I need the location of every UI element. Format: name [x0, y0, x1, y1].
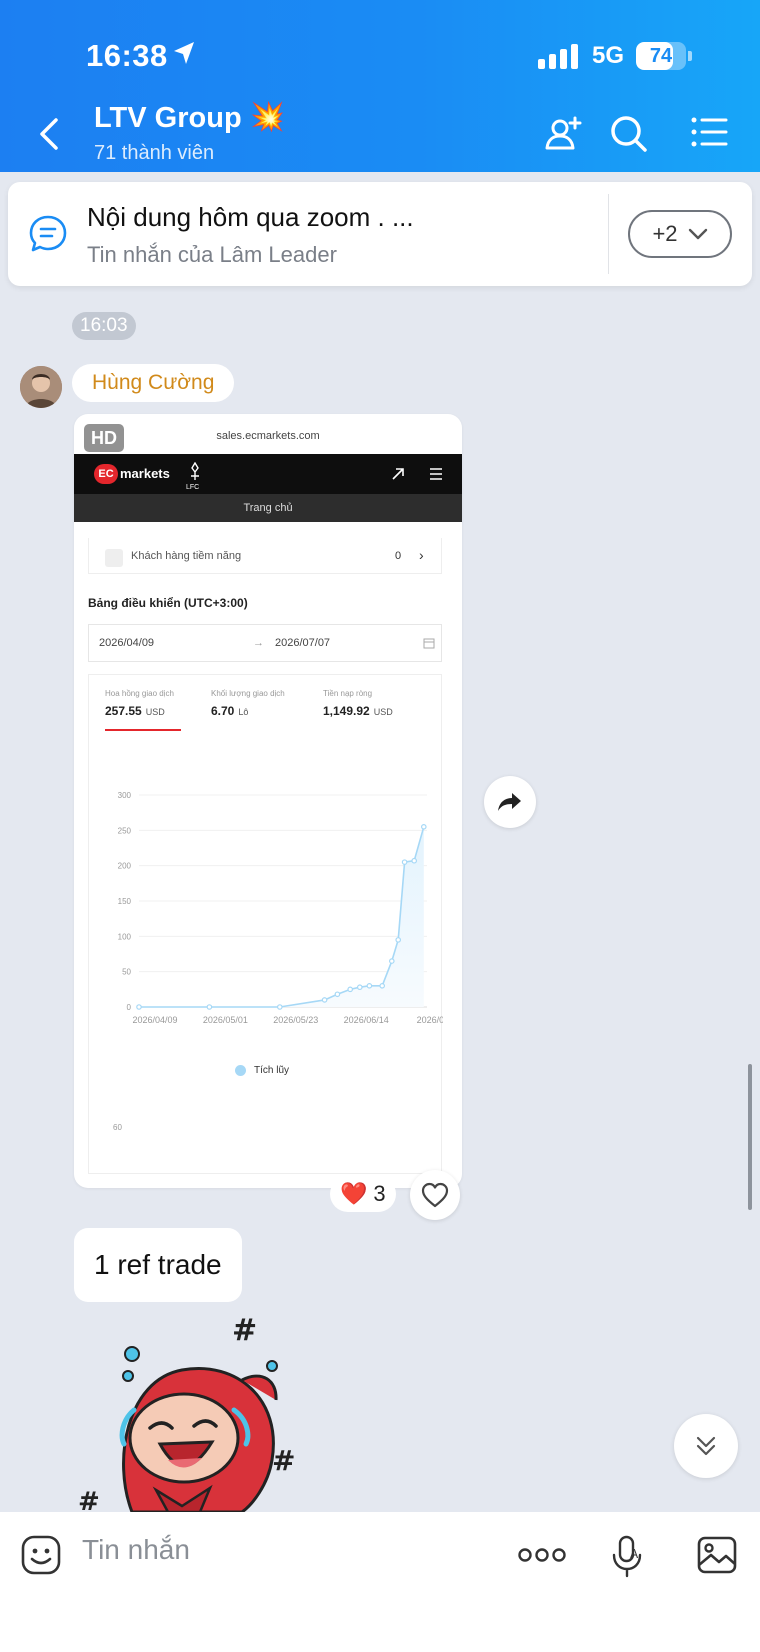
forward-icon: [498, 793, 521, 811]
data-point: [206, 1004, 213, 1010]
more-icon[interactable]: [518, 1546, 566, 1564]
location-arrow-icon: [174, 42, 194, 64]
x-tick-label: 2026/05/23: [273, 1015, 318, 1025]
x-tick-label: 2026/05/01: [203, 1015, 248, 1025]
cellular-signal-icon: [538, 44, 578, 69]
battery-icon: 74: [636, 42, 686, 70]
pinned-more-count: +2: [652, 221, 678, 246]
message-composer: A: [0, 1512, 760, 1652]
leads-label: Khách hàng tiềm năng: [131, 550, 242, 562]
image-icon[interactable]: [696, 1534, 738, 1576]
hamburger-icon: [430, 468, 442, 480]
dashboard-title: Bảng điều khiển (UTC+3:00): [88, 596, 248, 610]
pinned-message-banner[interactable]: Nội dung hôm qua zoom . ... Tin nhắn của…: [8, 182, 752, 286]
x-tick-label: 2026/07/0: [417, 1015, 443, 1025]
group-title[interactable]: LTV Group: [94, 102, 242, 135]
date-from: 2026/04/09: [99, 637, 155, 649]
hd-badge: HD: [84, 424, 124, 452]
svg-text:#: #: [272, 1444, 295, 1477]
leads-count: 0: [395, 550, 402, 562]
calendar-icon: [423, 638, 435, 649]
lfc-logo: LFC: [186, 461, 204, 491]
series-area: [139, 826, 424, 1007]
cumulative-chart: 0 50 100 150 200 250 300 2026/04/09 2026/05/01 20…: [118, 791, 443, 1025]
explosion-emoji: 💥: [250, 101, 285, 132]
data-point: [347, 986, 354, 993]
svg-text:A: A: [630, 1547, 639, 1561]
voice-icon[interactable]: A: [610, 1534, 644, 1578]
x-tick-label: 2026/04/09: [132, 1015, 177, 1025]
image-message[interactable]: sales.ecmarkets.com HD EC markets LFC Tr…: [74, 414, 462, 1188]
pinned-more-button[interactable]: +2: [628, 210, 732, 258]
date-to: 2026/07/07: [275, 637, 331, 649]
emoji-icon[interactable]: [20, 1534, 62, 1576]
scroll-to-bottom-button[interactable]: [674, 1414, 738, 1478]
pinned-subtitle: Tin nhắn của Lâm Leader: [87, 242, 337, 267]
next-chart-tick: 60: [113, 1123, 122, 1132]
message-input[interactable]: [82, 1534, 462, 1566]
y-tick-label: 300: [118, 791, 132, 800]
svg-text:#: #: [232, 1313, 257, 1348]
ec-logo: EC: [94, 464, 118, 484]
data-point: [321, 997, 328, 1003]
data-point: [411, 857, 418, 864]
pinned-title: Nội dung hôm qua zoom . ...: [87, 202, 414, 232]
message-time-chip: 16:03: [72, 312, 136, 340]
chevron-down-icon: [688, 228, 707, 240]
data-point: [277, 1004, 283, 1010]
scrollbar[interactable]: [748, 1064, 752, 1210]
network-type: 5G: [592, 42, 625, 69]
reaction-summary[interactable]: ❤️ 3: [330, 1176, 396, 1212]
menu-list-icon[interactable]: [690, 114, 728, 150]
x-tick-label: 2026/06/14: [344, 1015, 389, 1025]
heart-emoji: ❤️: [340, 1181, 368, 1206]
ec-brand-text: markets: [120, 466, 170, 481]
forward-button[interactable]: [484, 776, 536, 828]
site-navbar: EC markets LFC: [74, 454, 462, 494]
y-tick-label: 250: [118, 826, 132, 835]
y-tick-label: 150: [118, 897, 132, 906]
status-time: 16:38: [86, 38, 168, 73]
stats-panel: Hoa hồng giao dịch 257.55 USD Khối lượng …: [88, 674, 443, 1174]
chevron-right-icon: ›: [419, 547, 424, 563]
y-tick-label: 50: [122, 968, 131, 977]
leads-row: Khách hàng tiềm năng 0 ›: [88, 538, 442, 574]
svg-text:#: #: [78, 1487, 100, 1512]
data-point: [379, 982, 386, 989]
chat-bubble-icon: [29, 215, 67, 252]
data-point: [334, 991, 341, 998]
data-point: [388, 958, 395, 964]
site-subnav: Trang chủ: [74, 494, 462, 522]
data-point: [420, 824, 427, 830]
external-link-icon: [392, 468, 404, 480]
search-icon[interactable]: [610, 114, 648, 154]
chart-legend: Tích lũy: [235, 1065, 289, 1076]
series-line: [139, 826, 425, 1008]
site-url: sales.ecmarkets.com: [216, 430, 320, 442]
date-range: 2026/04/09 → 2026/07/07: [88, 624, 442, 662]
data-point: [395, 937, 402, 943]
back-icon[interactable]: [34, 114, 64, 154]
chat-header: 16:38 5G 74 LTV Group 💥 71 thành viên: [0, 0, 760, 172]
data-point: [366, 982, 373, 989]
data-point: [136, 1004, 142, 1010]
double-chevron-down-icon: [696, 1436, 716, 1456]
sender-name[interactable]: Hùng Cường: [72, 364, 235, 402]
y-tick-label: 0: [127, 1003, 132, 1012]
heart-outline-icon: [421, 1182, 449, 1208]
add-member-icon[interactable]: [544, 114, 584, 154]
crying-sticker[interactable]: # # #: [72, 1310, 312, 1512]
y-tick-label: 100: [118, 932, 132, 941]
data-point: [401, 859, 408, 865]
battery-level: 74: [649, 45, 673, 67]
y-tick-label: 200: [118, 862, 132, 871]
arrow-right-icon: →: [253, 637, 264, 649]
avatar[interactable]: [20, 366, 62, 408]
like-button[interactable]: [410, 1170, 460, 1220]
text-message[interactable]: 1 ref trade: [74, 1228, 242, 1302]
member-count[interactable]: 71 thành viên: [94, 142, 214, 165]
data-point: [356, 984, 363, 991]
reaction-count: 3: [373, 1181, 386, 1206]
leads-icon: [105, 549, 123, 567]
